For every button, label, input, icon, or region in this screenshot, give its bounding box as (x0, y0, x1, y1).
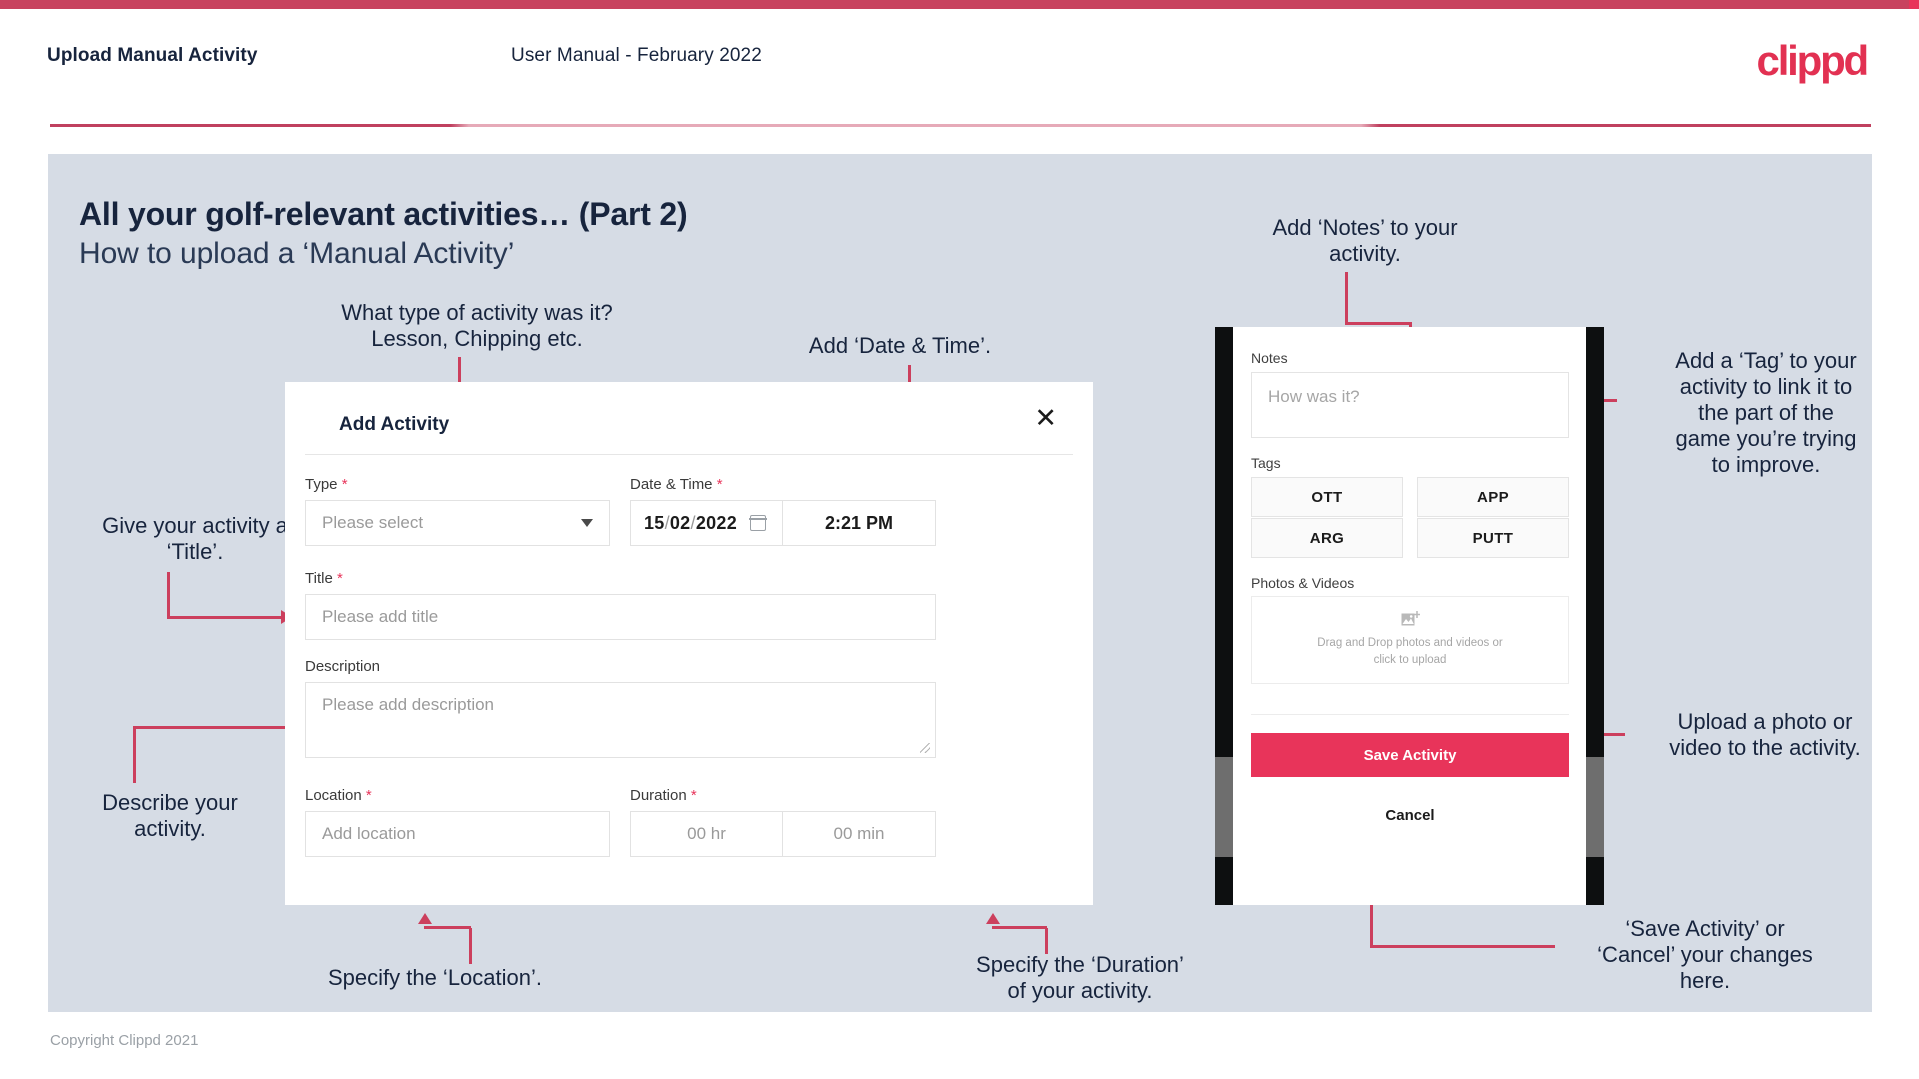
type-required-marker: * (341, 476, 348, 493)
annotation-location-leader-v (469, 928, 472, 964)
annotation-photos: Upload a photo or video to the activity. (1669, 709, 1861, 760)
top-accent-bar-tip (1909, 0, 1919, 9)
phone-frame-left (1215, 327, 1233, 905)
tag-button-app[interactable]: APP (1417, 477, 1569, 517)
add-image-icon (1401, 610, 1420, 627)
tag-button-ott[interactable]: OTT (1251, 477, 1403, 517)
calendar-icon[interactable] (749, 515, 767, 531)
annotation-desc-leader-h (133, 726, 288, 729)
phone-screen: Notes How was it? Tags OTT APP ARG PUTT … (1233, 327, 1586, 905)
dialog-divider (305, 454, 1073, 455)
resize-handle-icon[interactable] (920, 743, 930, 753)
annotation-notes-leader-h (1345, 322, 1411, 325)
cancel-button[interactable]: Cancel (1251, 807, 1569, 824)
annotation-tags: Add a ‘Tag’ to your activity to link it … (1675, 348, 1857, 477)
location-input[interactable]: Add location (305, 811, 610, 857)
date-month: 02 (669, 512, 691, 533)
close-icon[interactable]: ✕ (1034, 405, 1057, 432)
annotation-date-time: Add ‘Date & Time’. (808, 333, 992, 358)
type-placeholder: Please select (322, 513, 424, 532)
photo-dropzone[interactable]: Drag and Drop photos and videos or click… (1251, 596, 1569, 684)
annotation-title-leader-v (167, 572, 170, 618)
slide-subheading: How to upload a ‘Manual Activity’ (79, 237, 515, 270)
duration-label-text: Duration (630, 787, 687, 804)
phone-volume-button-right (1586, 757, 1604, 857)
duration-hours-input[interactable]: 00 hr (630, 811, 783, 857)
photos-label: Photos & Videos (1251, 575, 1355, 591)
annotation-location-arrowhead (418, 913, 432, 924)
phone-mockup: Notes How was it? Tags OTT APP ARG PUTT … (1215, 327, 1604, 905)
annotation-location-leader-h (424, 926, 471, 929)
annotation-notes: Add ‘Notes’ to your activity. (1272, 215, 1458, 266)
title-label: Title * (305, 570, 343, 587)
title-placeholder: Please add title (322, 607, 439, 626)
dropzone-line-1: Drag and Drop photos and videos or (1317, 636, 1503, 649)
location-label-text: Location (305, 787, 362, 804)
date-value: 15/02/2022 (631, 513, 750, 534)
top-accent-bar (0, 0, 1919, 9)
annotation-type: What type of activity was it? Lesson, Ch… (341, 300, 613, 351)
slide-root: Upload Manual Activity User Manual - Feb… (0, 0, 1919, 1079)
date-time-label-text: Date & Time (630, 476, 713, 493)
annotation-duration: Specify the ‘Duration’ of your activity. (976, 952, 1184, 1003)
phone-frame-right (1586, 327, 1604, 905)
duration-required-marker: * (690, 787, 697, 804)
title-required-marker: * (336, 570, 343, 587)
footer-copyright: Copyright Clippd 2021 (50, 1032, 199, 1049)
annotation-description: Describe your activity. (102, 790, 238, 841)
type-label: Type * (305, 476, 348, 493)
save-activity-button[interactable]: Save Activity (1251, 733, 1569, 777)
time-input[interactable]: 2:21 PM (783, 500, 936, 546)
chevron-down-icon (581, 519, 593, 527)
tags-label: Tags (1251, 455, 1281, 471)
phone-divider (1251, 714, 1569, 715)
annotation-duration-leader-h (992, 926, 1047, 929)
dropzone-line-2: click to upload (1373, 654, 1447, 666)
annotation-notes-leader-v (1345, 272, 1348, 324)
location-placeholder: Add location (322, 824, 416, 843)
annotation-save: ‘Save Activity’ or ‘Cancel’ your changes… (1597, 916, 1813, 993)
duration-minutes-input[interactable]: 00 min (783, 811, 936, 857)
header-divider (50, 124, 1871, 127)
annotation-location: Specify the ‘Location’. (327, 965, 543, 990)
clippd-logo: clippd (1756, 37, 1870, 84)
notes-placeholder: How was it? (1268, 387, 1360, 406)
tag-button-putt[interactable]: PUTT (1417, 518, 1569, 558)
duration-label: Duration * (630, 787, 697, 804)
annotation-save-leader-h (1370, 945, 1555, 948)
date-time-label: Date & Time * (630, 476, 723, 493)
annotation-duration-leader-v (1045, 928, 1048, 954)
document-subtitle: User Manual - February 2022 (511, 45, 762, 66)
notes-label: Notes (1251, 350, 1288, 366)
location-required-marker: * (365, 787, 372, 804)
description-placeholder: Please add description (322, 695, 495, 714)
notes-textarea[interactable]: How was it? (1251, 372, 1569, 438)
location-label: Location * (305, 787, 372, 804)
type-select[interactable]: Please select (305, 500, 610, 546)
description-label: Description (305, 658, 381, 675)
annotation-title-leader-h (167, 616, 283, 619)
title-input[interactable]: Please add title (305, 594, 936, 640)
date-year: 2022 (695, 512, 738, 533)
page-title: Upload Manual Activity (47, 45, 258, 66)
date-input[interactable]: 15/02/2022 (630, 500, 783, 546)
annotation-desc-leader-v (133, 726, 136, 783)
annotation-duration-arrowhead (986, 913, 1000, 924)
type-label-text: Type (305, 476, 338, 493)
tag-button-arg[interactable]: ARG (1251, 518, 1403, 558)
phone-volume-button-left (1215, 757, 1233, 857)
slide-heading: All your golf-relevant activities… (Part… (79, 196, 688, 232)
date-day: 15 (643, 512, 665, 533)
title-label-text: Title (305, 570, 333, 587)
date-time-required-marker: * (716, 476, 723, 493)
dialog-title: Add Activity (339, 414, 450, 435)
add-activity-dialog: Add Activity ✕ Type * Please select Date… (285, 382, 1093, 905)
description-textarea[interactable]: Please add description (305, 682, 936, 758)
